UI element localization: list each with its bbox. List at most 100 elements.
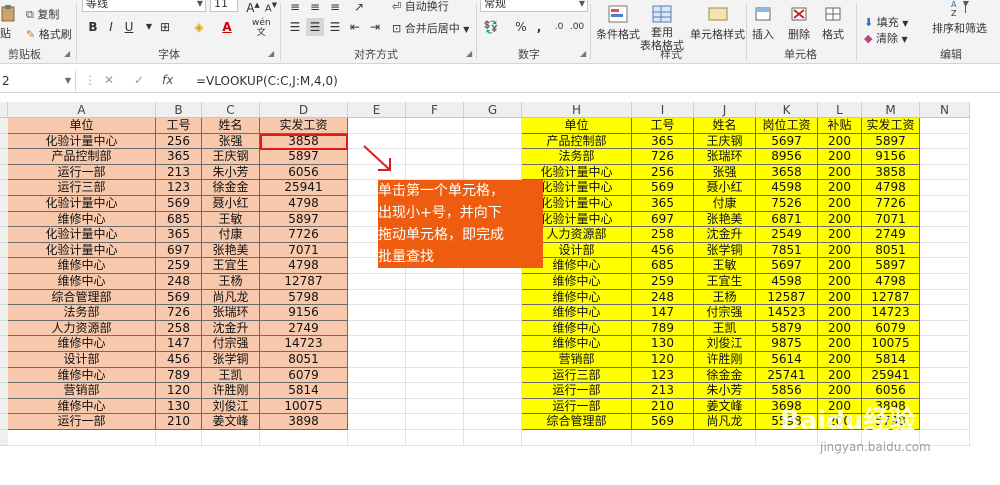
row-header[interactable] (0, 149, 8, 165)
right-table-cell[interactable]: 5814 (862, 352, 920, 368)
table-cell[interactable] (464, 320, 522, 337)
left-table-cell[interactable]: 张强 (202, 133, 260, 150)
left-table-cell[interactable]: 维修中心 (8, 211, 156, 228)
format-as-table-button[interactable]: 套用 表格格式 (640, 4, 684, 52)
left-table-cell[interactable]: 9156 (260, 305, 348, 321)
cell-styles-button[interactable]: 单元格样式 (690, 4, 745, 42)
row-header[interactable] (0, 118, 8, 134)
left-table-cell[interactable]: 维修中心 (8, 274, 156, 290)
column-header-h[interactable]: H (522, 102, 632, 118)
right-table-cell[interactable]: 12787 (862, 289, 920, 306)
left-table-cell[interactable]: 258 (156, 320, 202, 337)
left-table-cell[interactable]: 运行一部 (8, 414, 156, 430)
right-table-cell[interactable]: 200 (818, 180, 862, 196)
left-table-cell[interactable]: 张艳美 (202, 242, 260, 259)
comma-button[interactable]: , (530, 18, 548, 36)
copy-button[interactable]: ⧉ 复制 (26, 6, 59, 22)
left-table-cell[interactable]: 王杨 (202, 274, 260, 290)
table-cell[interactable] (920, 336, 970, 352)
right-table-cell[interactable]: 7726 (862, 196, 920, 212)
right-table-cell[interactable]: 200 (818, 164, 862, 181)
align-left-icon[interactable]: ☰ (286, 18, 304, 36)
table-cell[interactable] (464, 274, 522, 290)
right-table-cell[interactable]: 聂小红 (694, 180, 756, 196)
left-table-cell[interactable]: 456 (156, 352, 202, 368)
row-header[interactable] (0, 352, 8, 368)
insert-function-button[interactable]: fx (162, 73, 173, 87)
right-table-cell[interactable]: 朱小芳 (694, 383, 756, 399)
right-table-cell[interactable]: 6871 (756, 211, 818, 228)
left-table-cell[interactable]: 维修中心 (8, 336, 156, 352)
left-table-cell[interactable]: 朱小芳 (202, 164, 260, 181)
right-table-cell[interactable]: 4798 (862, 180, 920, 196)
right-table-header[interactable]: 单位 (522, 118, 632, 134)
right-table-cell[interactable]: 25941 (862, 367, 920, 384)
name-box[interactable]: 2 ▼ (0, 71, 76, 91)
left-table-cell[interactable]: 213 (156, 164, 202, 181)
table-cell[interactable] (406, 118, 464, 134)
right-table-cell[interactable]: 维修中心 (522, 274, 632, 290)
table-cell[interactable] (464, 367, 522, 384)
table-cell[interactable] (348, 336, 406, 352)
table-cell[interactable] (406, 133, 464, 150)
right-table-cell[interactable]: 248 (632, 289, 694, 306)
align-bottom-icon[interactable]: ≡ (326, 0, 344, 16)
right-table-cell[interactable]: 5879 (756, 320, 818, 337)
table-cell[interactable] (406, 414, 464, 430)
table-cell[interactable] (920, 398, 970, 415)
column-header-d[interactable]: D (260, 102, 348, 118)
right-table-cell[interactable]: 徐金金 (694, 367, 756, 384)
left-table-cell[interactable]: 综合管理部 (8, 289, 156, 306)
right-table-cell[interactable]: 25741 (756, 367, 818, 384)
table-cell[interactable] (406, 164, 464, 181)
left-table-cell[interactable]: 697 (156, 242, 202, 259)
font-color-icon[interactable]: A (218, 18, 236, 36)
right-table-cell[interactable]: 200 (818, 133, 862, 150)
left-table-cell[interactable]: 运行一部 (8, 164, 156, 181)
right-table-cell[interactable]: 6079 (862, 320, 920, 337)
column-header-m[interactable]: M (862, 102, 920, 118)
left-table-cell[interactable]: 王庆钢 (202, 149, 260, 165)
right-table-cell[interactable]: 200 (818, 352, 862, 368)
border-icon[interactable]: ⊞ (156, 18, 174, 36)
row-header[interactable] (0, 258, 8, 274)
right-table-cell[interactable]: 运行一部 (522, 383, 632, 399)
right-table-cell[interactable]: 5697 (756, 133, 818, 150)
right-table-cell[interactable]: 王庆钢 (694, 133, 756, 150)
right-table-header[interactable]: 工号 (632, 118, 694, 134)
right-table-cell[interactable]: 7071 (862, 211, 920, 228)
fill-color-icon[interactable]: ◈ (190, 18, 208, 36)
delete-button[interactable]: 删除 (788, 4, 810, 42)
left-table-cell[interactable]: 许胜刚 (202, 383, 260, 399)
table-cell[interactable] (920, 227, 970, 243)
alignment-launcher-icon[interactable]: ◢ (466, 49, 472, 58)
right-table-cell[interactable]: 200 (818, 227, 862, 243)
table-cell[interactable] (406, 274, 464, 290)
table-cell[interactable] (920, 180, 970, 196)
table-cell[interactable] (348, 274, 406, 290)
table-cell[interactable] (920, 367, 970, 384)
left-table-cell[interactable]: 张学铜 (202, 352, 260, 368)
left-table-header[interactable]: 实发工资 (260, 118, 348, 134)
right-table-cell[interactable]: 213 (632, 383, 694, 399)
right-table-header[interactable]: 实发工资 (862, 118, 920, 134)
table-cell[interactable] (920, 352, 970, 368)
right-table-cell[interactable]: 259 (632, 274, 694, 290)
table-cell[interactable] (348, 430, 406, 446)
table-cell[interactable] (464, 133, 522, 150)
row-header[interactable] (0, 289, 8, 306)
right-table-cell[interactable]: 刘俊江 (694, 336, 756, 352)
right-table-cell[interactable]: 456 (632, 242, 694, 259)
row-header[interactable] (0, 336, 8, 352)
left-table-cell[interactable]: 6056 (260, 164, 348, 181)
table-cell[interactable] (464, 398, 522, 415)
right-table-cell[interactable]: 14523 (756, 305, 818, 321)
left-table-cell[interactable]: 化验计量中心 (8, 133, 156, 150)
number-format-select[interactable]: 常规 ▼ (480, 0, 588, 12)
column-header-i[interactable]: I (632, 102, 694, 118)
table-cell[interactable] (348, 289, 406, 306)
left-table-cell[interactable]: 130 (156, 398, 202, 415)
right-table-cell[interactable]: 147 (632, 305, 694, 321)
right-table-cell[interactable]: 维修中心 (522, 305, 632, 321)
left-table-cell[interactable]: 付宗强 (202, 336, 260, 352)
